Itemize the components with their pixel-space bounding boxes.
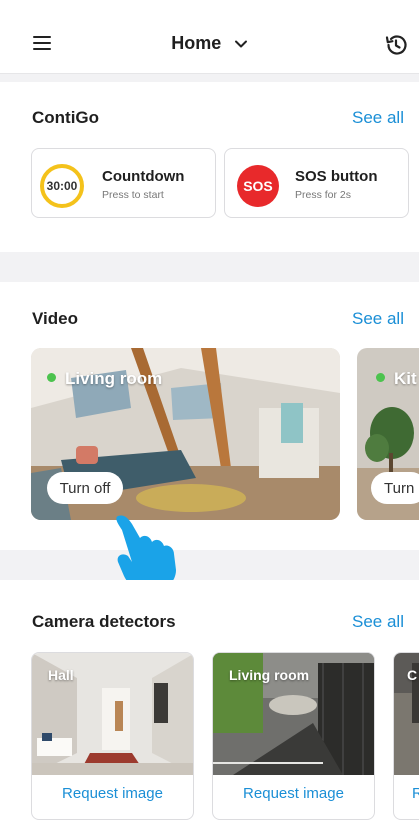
live-status-dot	[376, 373, 385, 382]
turn-off-button-living-room[interactable]: Turn off	[47, 472, 123, 504]
request-image-button-third[interactable]: R	[394, 785, 419, 802]
chevron-down-icon	[234, 40, 247, 47]
detector-card-hall[interactable]: Hall Request image	[31, 652, 194, 820]
video-title: Video	[32, 309, 78, 328]
sos-subtitle: Press for 2s	[295, 189, 352, 201]
app-header: Home	[0, 0, 419, 74]
history-icon[interactable]	[383, 32, 409, 58]
detector-label-hall: Hall	[48, 667, 74, 683]
camera-detectors-see-all-link[interactable]: See all	[352, 612, 404, 632]
countdown-subtitle: Press to start	[102, 189, 164, 201]
sos-badge: SOS	[237, 165, 279, 207]
countdown-card[interactable]: 30:00 Countdown Press to start	[31, 148, 216, 218]
turn-off-button-kitchen[interactable]: Turn	[371, 472, 419, 504]
detector-card-living-room[interactable]: Living room Request image	[212, 652, 375, 820]
live-status-dot	[47, 373, 56, 382]
countdown-title: Countdown	[102, 168, 185, 185]
camera-detectors-title: Camera detectors	[32, 612, 176, 631]
sos-title: SOS button	[295, 168, 378, 185]
detector-label-living-room: Living room	[229, 667, 310, 683]
detector-card-third[interactable]: C R	[393, 652, 419, 820]
camera-label-kitchen: Kit	[394, 369, 417, 388]
page-title: Home	[171, 33, 222, 53]
camera-label-living-room: Living room	[65, 369, 163, 388]
contigo-see-all-link[interactable]: See all	[352, 108, 404, 128]
contigo-title: ContiGo	[32, 108, 100, 127]
detector-label-third: C	[407, 667, 418, 683]
home-selector[interactable]: Home	[0, 33, 419, 54]
request-image-button-living-room[interactable]: Request image	[213, 785, 374, 802]
sos-card[interactable]: SOS SOS button Press for 2s	[224, 148, 409, 218]
countdown-timer-badge: 30:00	[40, 164, 84, 208]
video-see-all-link[interactable]: See all	[352, 309, 404, 329]
request-image-button-hall[interactable]: Request image	[32, 785, 193, 802]
